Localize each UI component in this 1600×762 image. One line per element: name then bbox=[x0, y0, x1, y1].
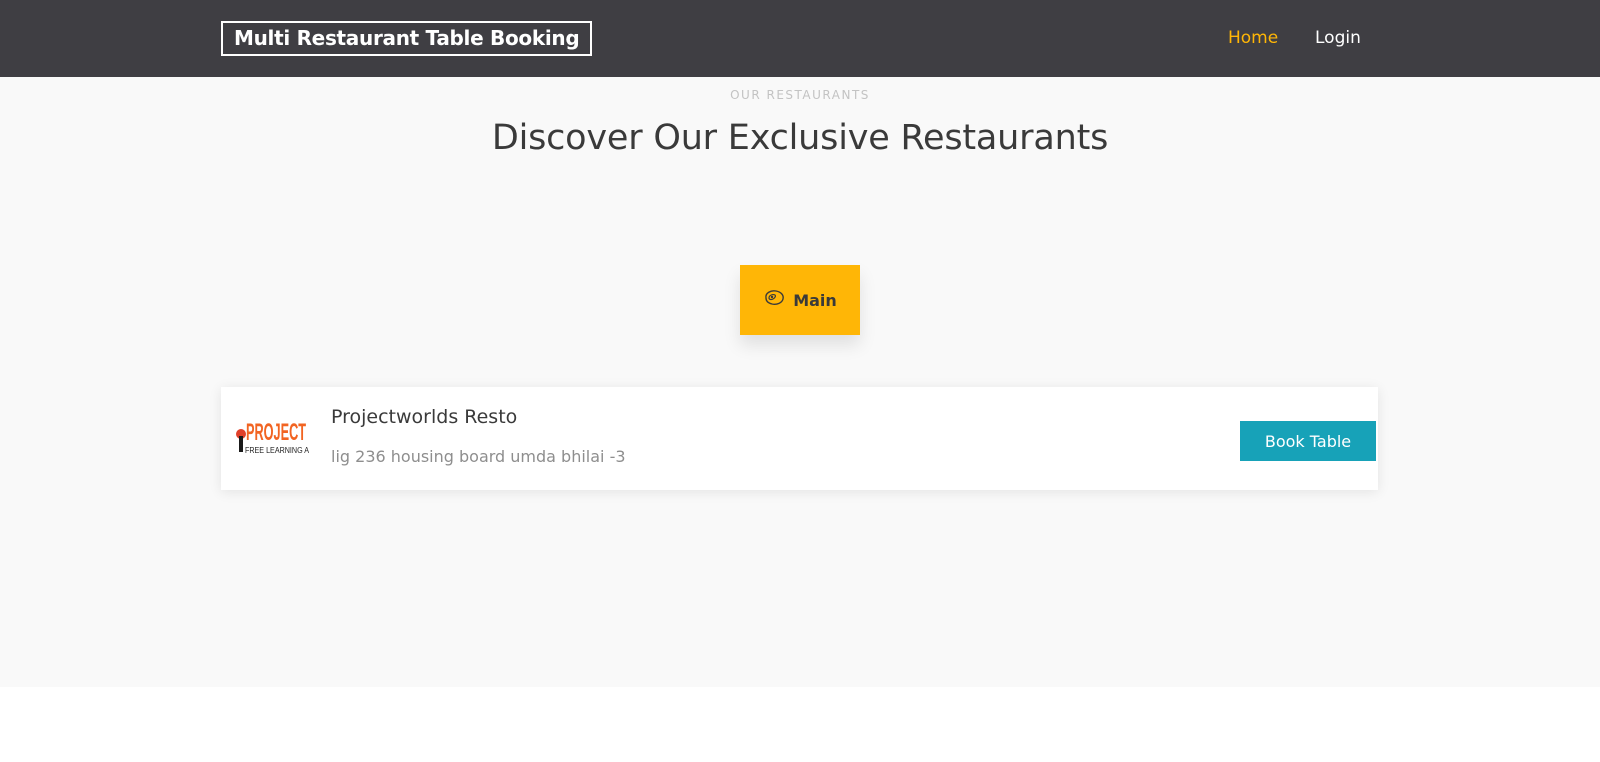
restaurant-address: lig 236 housing board umda bhilai -3 bbox=[331, 447, 626, 466]
section-eyebrow: OUR RESTAURANTS bbox=[730, 88, 870, 102]
svg-text:PROJECT: PROJECT bbox=[246, 419, 306, 446]
tab-main-label: Main bbox=[793, 290, 837, 310]
tab-main[interactable]: Main bbox=[740, 265, 860, 335]
steak-icon bbox=[763, 289, 785, 311]
section-heading: Discover Our Exclusive Restaurants bbox=[491, 118, 1109, 158]
restaurants-section: OUR RESTAURANTS Discover Our Exclusive R… bbox=[0, 77, 1600, 687]
site-brand[interactable]: Multi Restaurant Table Booking bbox=[221, 21, 593, 56]
book-table-button[interactable]: Book Table bbox=[1240, 421, 1376, 461]
restaurant-name: Projectworlds Resto bbox=[331, 406, 518, 428]
restaurant-card: PROJECT FREE LEARNING A Projectworlds Re… bbox=[221, 387, 1378, 490]
restaurant-logo: PROJECT FREE LEARNING A bbox=[235, 410, 309, 460]
nav-link-home[interactable]: Home bbox=[1228, 27, 1278, 49]
navbar: Multi Restaurant Table Booking Home Logi… bbox=[0, 0, 1600, 77]
svg-text:FREE LEARNING A: FREE LEARNING A bbox=[245, 446, 309, 455]
nav-link-login[interactable]: Login bbox=[1315, 27, 1361, 49]
